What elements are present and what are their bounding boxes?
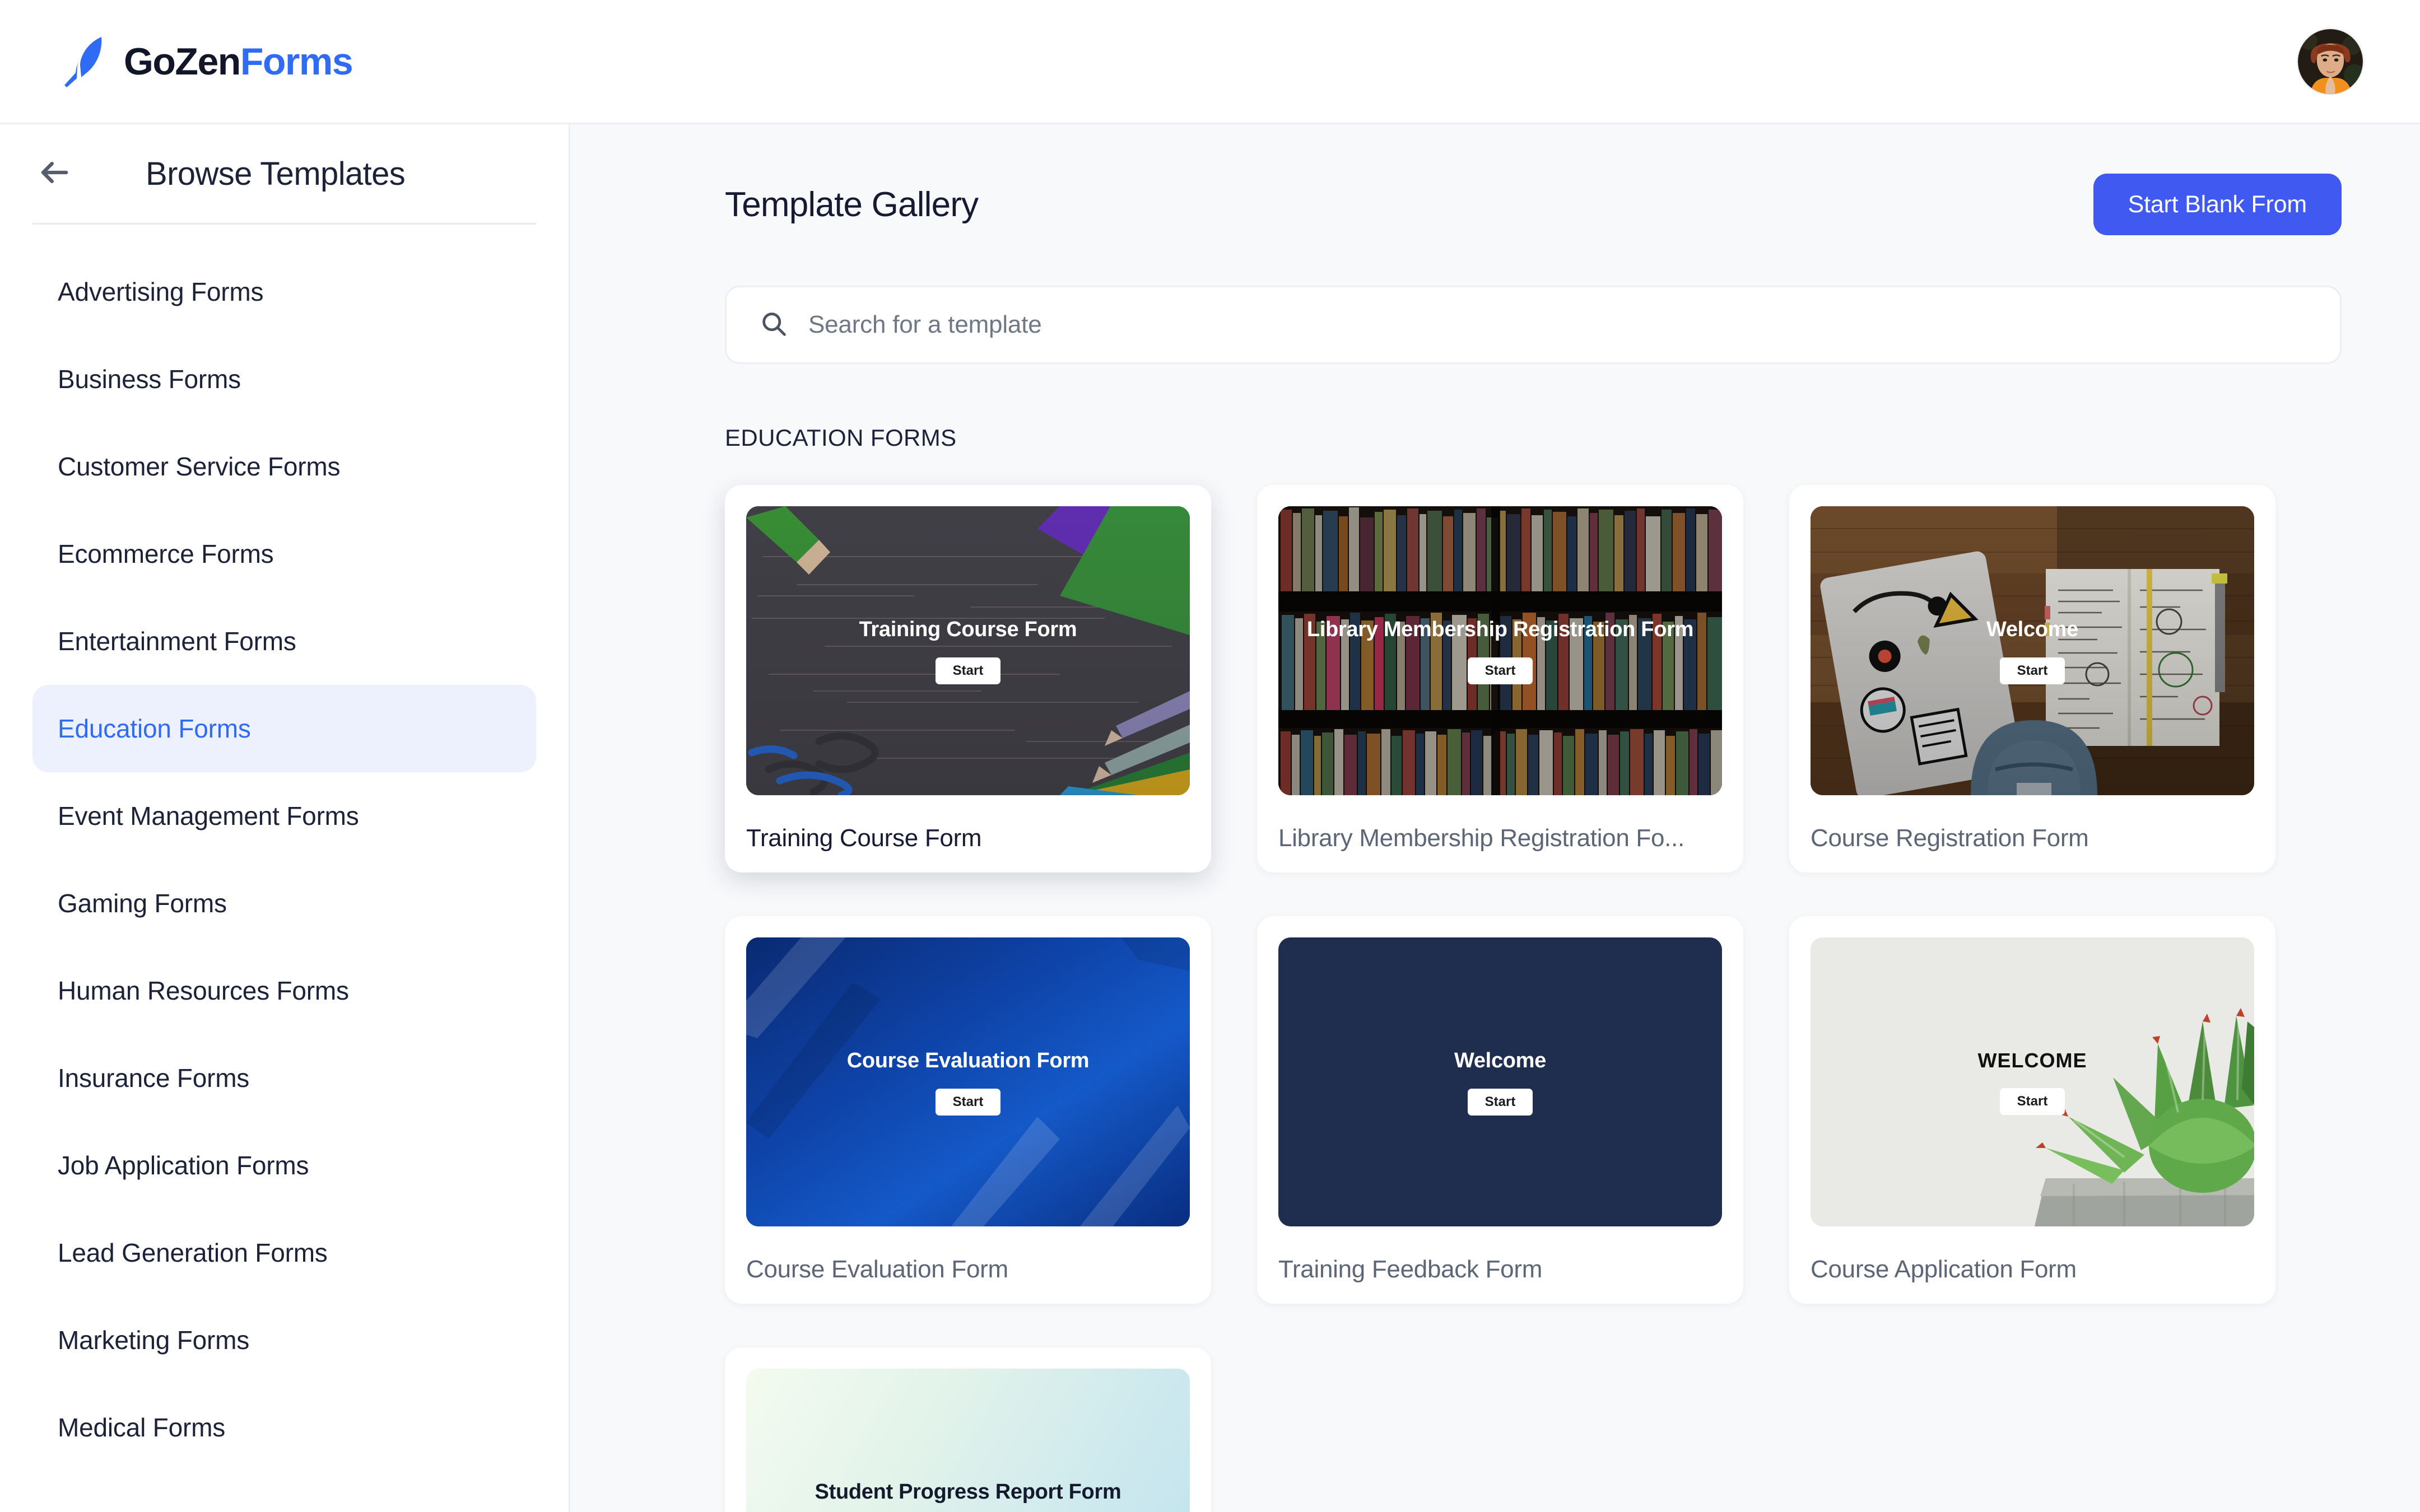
brand-secondary: Forms bbox=[240, 40, 353, 83]
sidebar-item-entertainment-forms[interactable]: Entertainment Forms bbox=[32, 598, 536, 685]
template-card-title: Course Evaluation Form bbox=[746, 1256, 1008, 1283]
template-thumbnail: Course Evaluation Form Start bbox=[746, 937, 1190, 1226]
sidebar-header: Browse Templates bbox=[0, 124, 569, 223]
sidebar-item-label: Entertainment Forms bbox=[58, 627, 296, 656]
thumbnail-start-button[interactable]: Start bbox=[936, 1088, 1000, 1116]
sidebar-item-ecommerce-forms[interactable]: Ecommerce Forms bbox=[32, 510, 536, 598]
template-thumbnail: WELCOME Start bbox=[1811, 937, 2254, 1226]
template-card[interactable]: Welcome Start Training Feedback Form bbox=[1257, 916, 1743, 1304]
sidebar-item-label: Job Application Forms bbox=[58, 1151, 309, 1180]
sidebar-item-insurance-forms[interactable]: Insurance Forms bbox=[32, 1034, 536, 1122]
thumbnail-title: Library Membership Registration Form bbox=[1306, 617, 1694, 641]
start-blank-form-button[interactable]: Start Blank From bbox=[2093, 174, 2342, 235]
succulent-plant-artwork bbox=[1811, 937, 2254, 1226]
brand-primary: GoZen bbox=[124, 40, 241, 83]
search-bar[interactable]: Search for a template bbox=[725, 286, 2342, 364]
template-card[interactable]: Welcome Start Course Registration Form bbox=[1789, 485, 2275, 872]
sidebar-item-label: Customer Service Forms bbox=[58, 452, 341, 481]
arrow-left-icon[interactable] bbox=[32, 151, 75, 197]
template-card[interactable]: Library Membership Registration Form Sta… bbox=[1257, 485, 1743, 872]
template-card-title: Training Feedback Form bbox=[1278, 1256, 1543, 1283]
gallery-header: Template Gallery Start Blank From bbox=[725, 168, 2342, 241]
thumbnail-start-button[interactable]: Start bbox=[2000, 1088, 2065, 1115]
sidebar-item-label: Education Forms bbox=[58, 714, 251, 743]
thumbnail-start-button[interactable]: Start bbox=[1468, 1088, 1533, 1116]
sidebar-item-medical-forms[interactable]: Medical Forms bbox=[32, 1384, 536, 1471]
brand-text: GoZenForms bbox=[124, 40, 353, 83]
template-card-title: Training Course Form bbox=[746, 824, 982, 852]
avatar[interactable] bbox=[2297, 27, 2364, 95]
template-thumbnail: Welcome Start bbox=[1811, 506, 2254, 795]
sidebar-item-label: Event Management Forms bbox=[58, 801, 359, 830]
sidebar-item-label: Medical Forms bbox=[58, 1413, 226, 1442]
template-thumbnail: Library Membership Registration Form Sta… bbox=[1278, 506, 1722, 795]
sidebar-item-job-application-forms[interactable]: Job Application Forms bbox=[32, 1122, 536, 1209]
thumbnail-start-button[interactable]: Start bbox=[2000, 657, 2065, 684]
thumbnail-title: Student Progress Report Form bbox=[815, 1480, 1121, 1504]
sidebar-nav: Advertising Forms Business Forms Custome… bbox=[0, 225, 569, 1471]
template-card[interactable]: Training Course Form Start Training Cour… bbox=[725, 485, 1211, 872]
sidebar-item-label: Advertising Forms bbox=[58, 277, 264, 306]
sidebar-item-education-forms[interactable]: Education Forms bbox=[32, 685, 536, 772]
search-input[interactable]: Search for a template bbox=[808, 311, 1042, 339]
search-icon bbox=[759, 309, 788, 341]
sidebar-item-label: Insurance Forms bbox=[58, 1063, 250, 1093]
thumbnail-title: Course Evaluation Form bbox=[846, 1048, 1090, 1072]
thumbnail-title: Training Course Form bbox=[859, 617, 1077, 641]
brand-logo[interactable]: GoZenForms bbox=[59, 34, 353, 90]
template-card-title: Course Registration Form bbox=[1811, 824, 2089, 852]
sidebar-item-label: Lead Generation Forms bbox=[58, 1238, 328, 1267]
main-content: Template Gallery Start Blank From Search… bbox=[570, 124, 2420, 1512]
thumbnail-title: WELCOME bbox=[1977, 1049, 2087, 1072]
feather-icon bbox=[59, 34, 107, 90]
sidebar-item-label: Ecommerce Forms bbox=[58, 539, 274, 568]
template-card[interactable]: Student Progress Report Form Start Stude… bbox=[725, 1347, 1211, 1512]
thumbnail-start-button[interactable]: Start bbox=[936, 657, 1000, 684]
sidebar-item-gaming-forms[interactable]: Gaming Forms bbox=[32, 860, 536, 947]
page-title: Template Gallery bbox=[725, 185, 979, 224]
template-card-title: Course Application Form bbox=[1811, 1256, 2077, 1283]
section-label-education-forms: EDUCATION FORMS bbox=[725, 424, 957, 451]
sidebar-item-customer-service-forms[interactable]: Customer Service Forms bbox=[32, 423, 536, 510]
thumbnail-start-button[interactable]: Start bbox=[1468, 657, 1533, 684]
sidebar-item-event-management-forms[interactable]: Event Management Forms bbox=[32, 772, 536, 860]
template-card[interactable]: Course Evaluation Form Start Course Eval… bbox=[725, 916, 1211, 1304]
sidebar-item-label: Human Resources Forms bbox=[58, 976, 349, 1005]
sidebar-title: Browse Templates bbox=[146, 155, 406, 192]
blue-gradient-artwork bbox=[746, 937, 1190, 1226]
top-bar: GoZenForms bbox=[0, 0, 2420, 124]
sidebar: Browse Templates Advertising Forms Busin… bbox=[0, 124, 570, 1512]
sidebar-item-lead-generation-forms[interactable]: Lead Generation Forms bbox=[32, 1209, 536, 1296]
thumbnail-title: Welcome bbox=[1986, 617, 2079, 641]
template-thumbnail: Student Progress Report Form Start bbox=[746, 1369, 1190, 1512]
sidebar-item-business-forms[interactable]: Business Forms bbox=[32, 335, 536, 423]
template-thumbnail: Training Course Form Start bbox=[746, 506, 1190, 795]
template-grid: Training Course Form Start Training Cour… bbox=[725, 485, 2342, 1512]
template-card-title: Library Membership Registration Fo... bbox=[1278, 824, 1684, 852]
sidebar-item-label: Marketing Forms bbox=[58, 1326, 250, 1355]
sidebar-item-advertising-forms[interactable]: Advertising Forms bbox=[32, 248, 536, 335]
sidebar-item-label: Gaming Forms bbox=[58, 889, 227, 918]
sidebar-item-marketing-forms[interactable]: Marketing Forms bbox=[32, 1296, 536, 1384]
template-thumbnail: Welcome Start bbox=[1278, 937, 1722, 1226]
thumbnail-title: Welcome bbox=[1454, 1048, 1547, 1072]
template-card[interactable]: WELCOME Start Course Application Form bbox=[1789, 916, 2275, 1304]
sidebar-item-human-resources-forms[interactable]: Human Resources Forms bbox=[32, 947, 536, 1034]
sidebar-item-label: Business Forms bbox=[58, 365, 241, 394]
